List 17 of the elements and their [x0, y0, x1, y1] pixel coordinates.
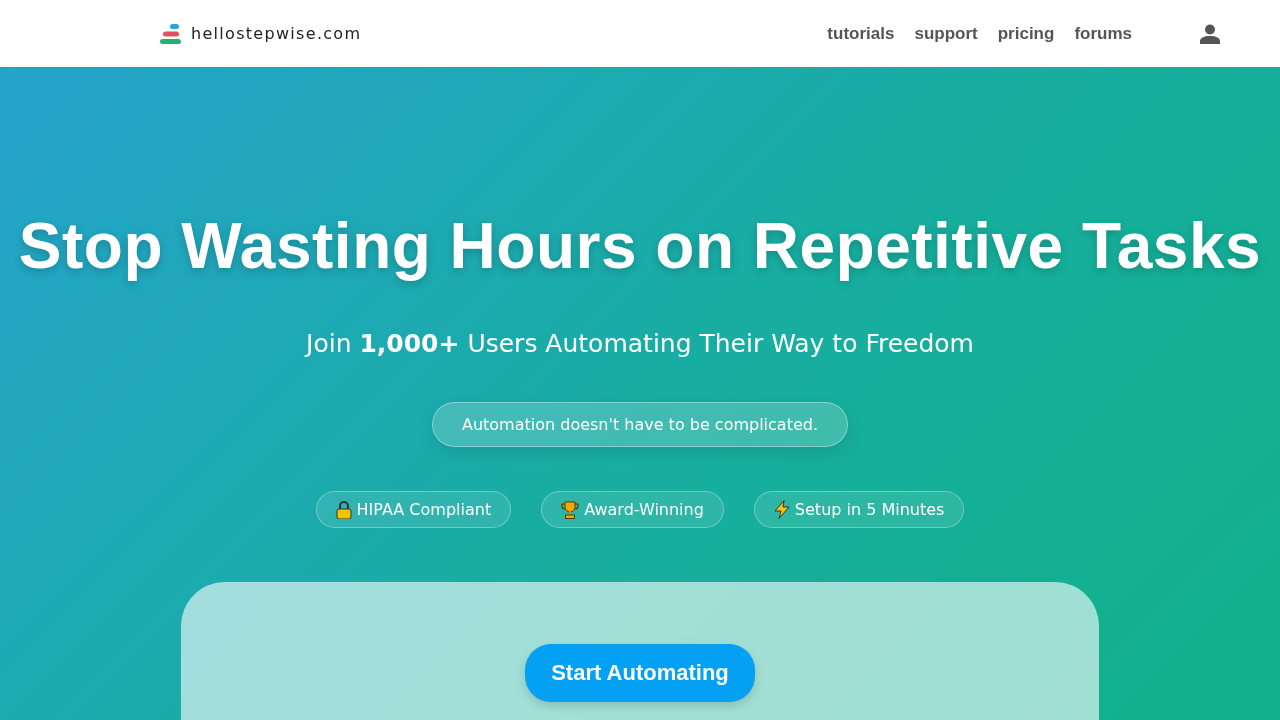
logo-text: hellostepwise.com [191, 24, 362, 43]
trophy-icon [561, 500, 580, 519]
hero-headline: Stop Wasting Hours on Repetitive Tasks [18, 209, 1262, 283]
stacked-bars-icon [160, 22, 182, 45]
nav-link[interactable]: tutorials [827, 23, 895, 44]
nav-link[interactable]: forums [1074, 23, 1132, 44]
badge-label: Award-Winning [584, 500, 704, 519]
badge-label: HIPAA Compliant [356, 500, 492, 519]
user-icon[interactable] [1200, 23, 1220, 44]
padlock-icon [335, 500, 352, 519]
nav-link[interactable]: pricing [997, 23, 1055, 44]
badge-label: Setup in 5 Minutes [794, 500, 945, 519]
hero-subtitle: Join 1,000+ Users Automating Their Way to Freedom [306, 329, 974, 358]
tagline-pill: Automation doesn't have to be complicated. [431, 402, 849, 447]
lightning-bolt-icon [773, 500, 790, 519]
site-logo[interactable]: hellostepwise.com [160, 22, 362, 45]
nav-link[interactable]: support [914, 23, 978, 44]
